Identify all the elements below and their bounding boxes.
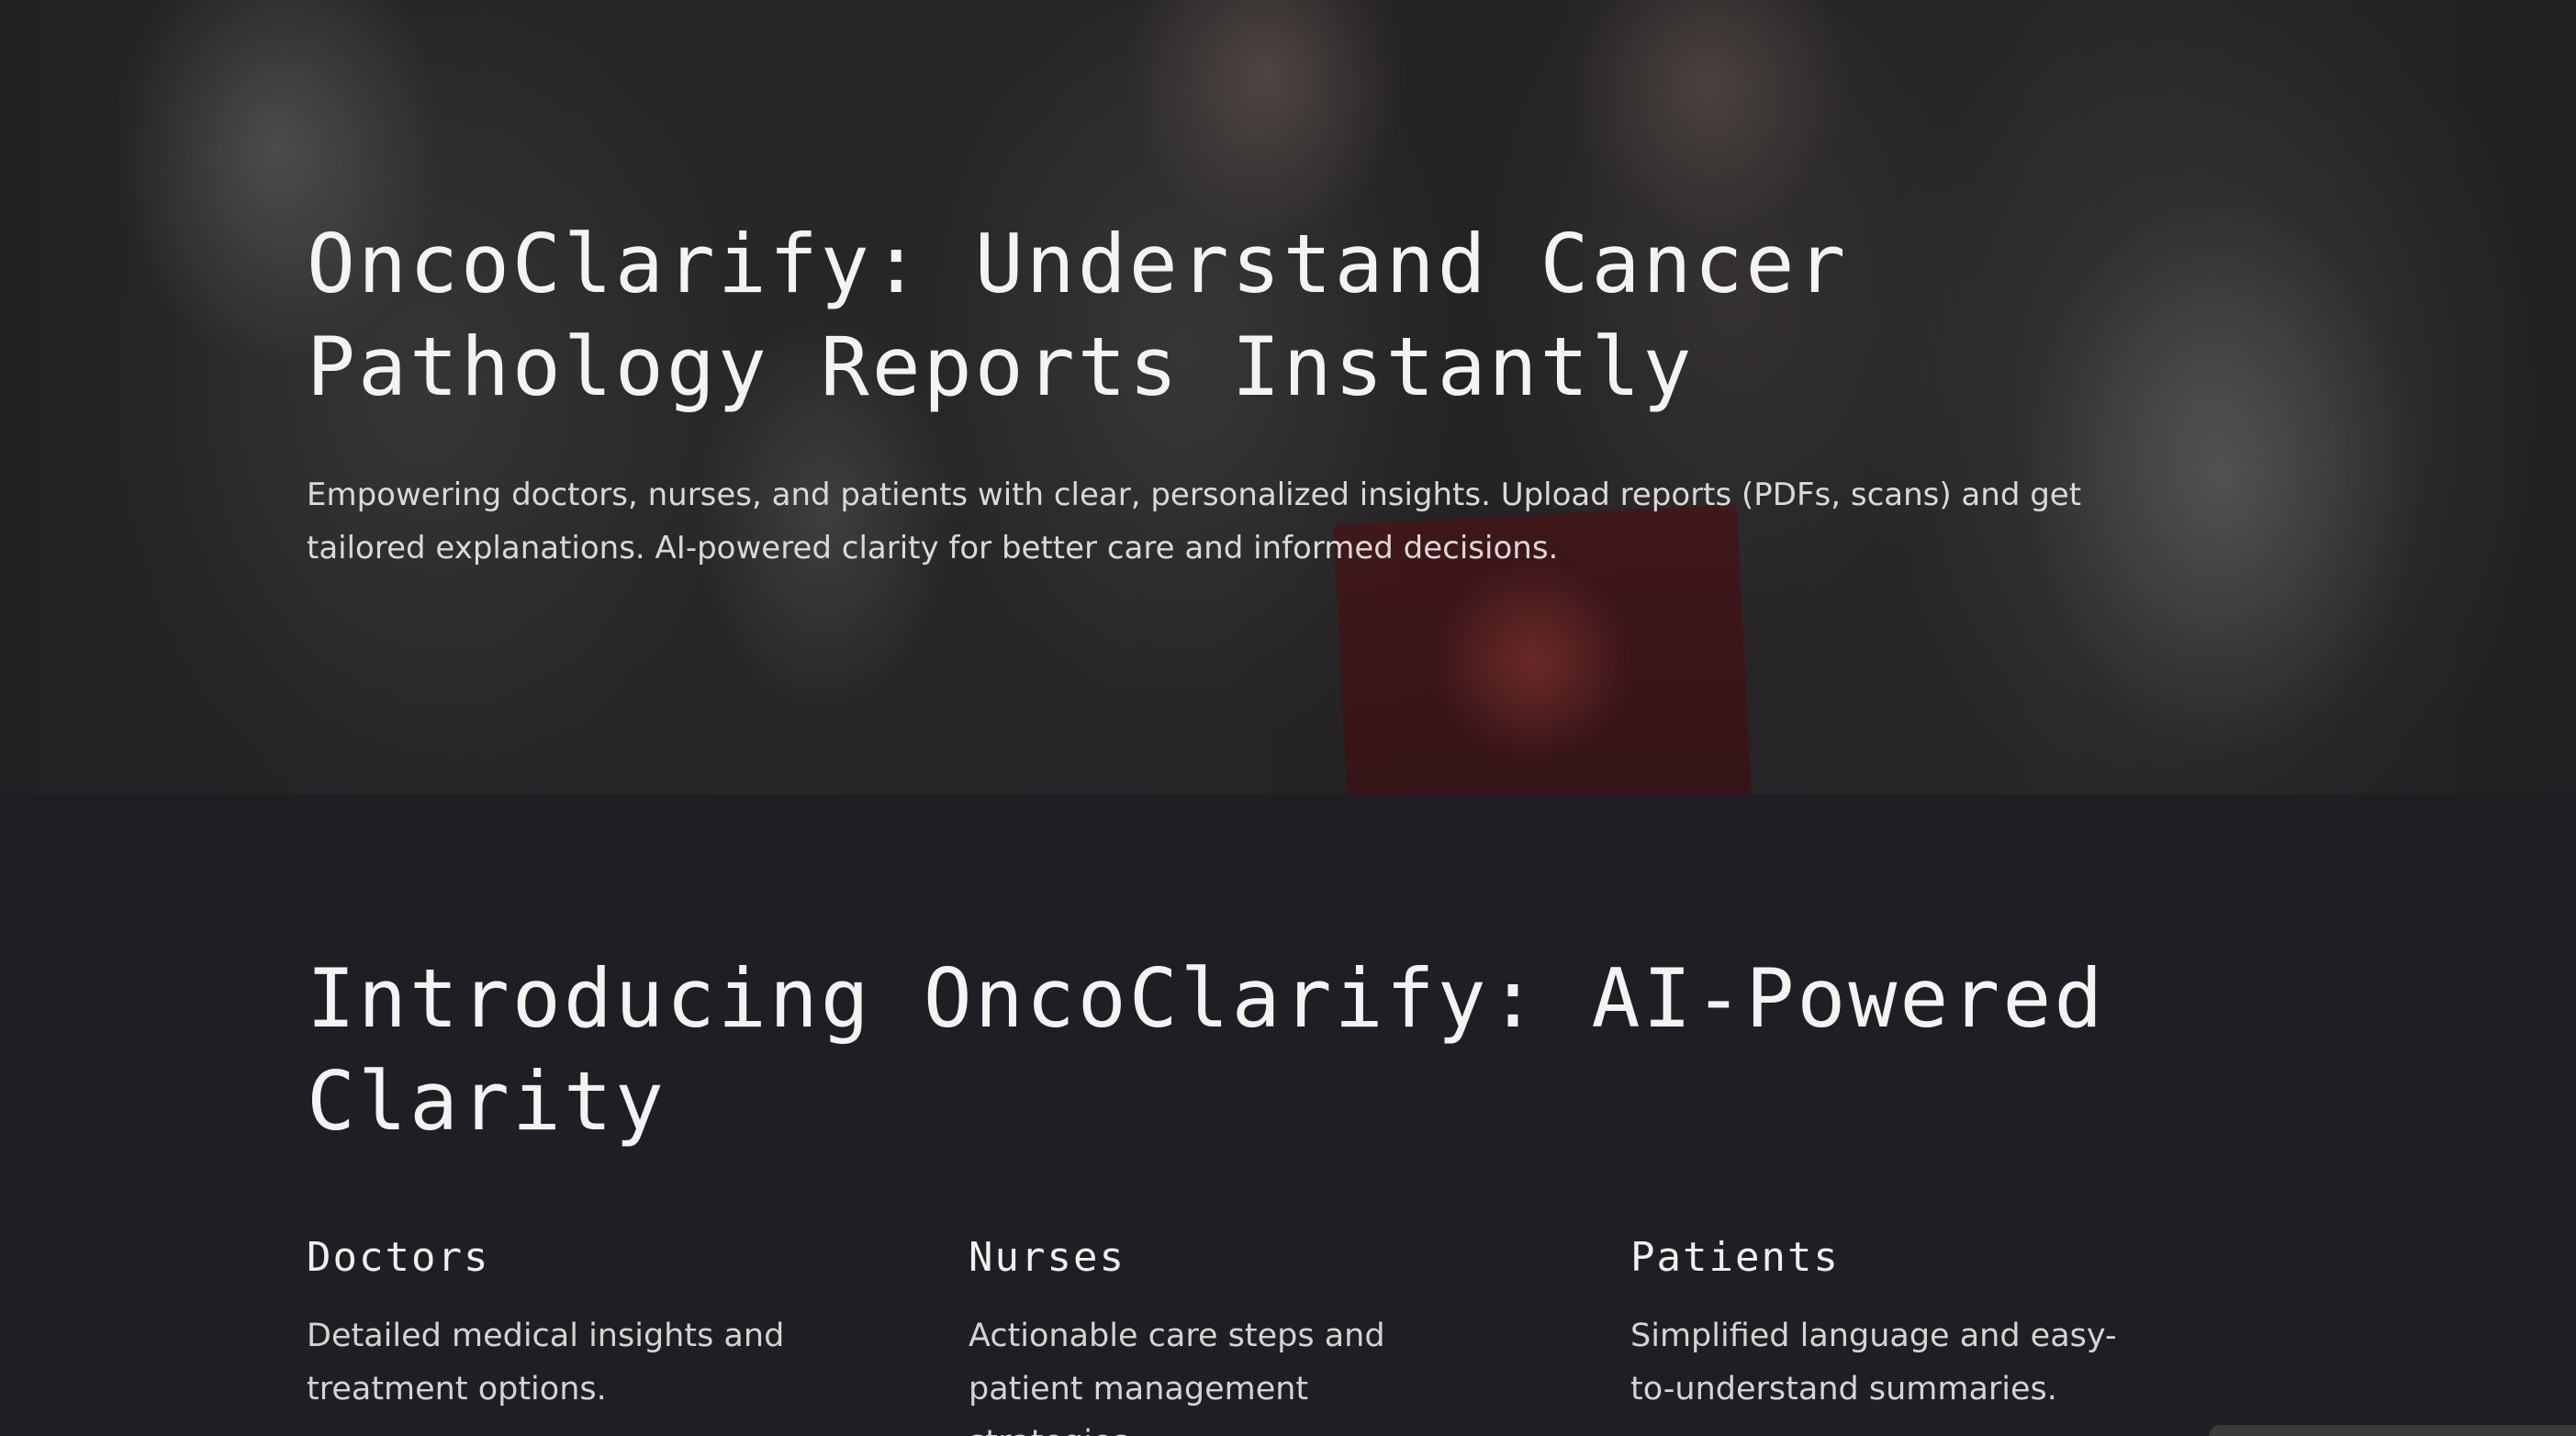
page: OncoClarify: Understand Cancer Pathology… <box>0 0 2576 1436</box>
card-nurses: Nurses Actionable care steps and patient… <box>969 1232 1483 1436</box>
card-title: Nurses <box>969 1234 1126 1281</box>
card-text: Simplified language and easy-to-understa… <box>1630 1318 2117 1408</box>
hero-title: OncoClarify: Understand Cancer Pathology… <box>307 217 1849 414</box>
corner-widget-tab[interactable] <box>2209 1425 2576 1436</box>
hero-content: OncoClarify: Understand Cancer Pathology… <box>307 213 2143 575</box>
card-text: Detailed medical insights and treatment … <box>307 1318 785 1408</box>
intro-title: Introducing OncoClarify: AI-Powered Clar… <box>307 951 2106 1149</box>
card-text: Actionable care steps and patient manage… <box>969 1318 1385 1436</box>
card-doctors: Doctors Detailed medical insights and tr… <box>307 1232 821 1416</box>
card-title: Patients <box>1630 1234 1840 1281</box>
intro-section: Introducing OncoClarify: AI-Powered Clar… <box>307 948 2326 1436</box>
card-patients: Patients Simplified language and easy-to… <box>1630 1232 2145 1416</box>
card-title: Doctors <box>307 1234 490 1281</box>
hero-subtitle: Empowering doctors, nurses, and patients… <box>307 477 2082 567</box>
hero-section: OncoClarify: Understand Cancer Pathology… <box>0 0 2576 794</box>
